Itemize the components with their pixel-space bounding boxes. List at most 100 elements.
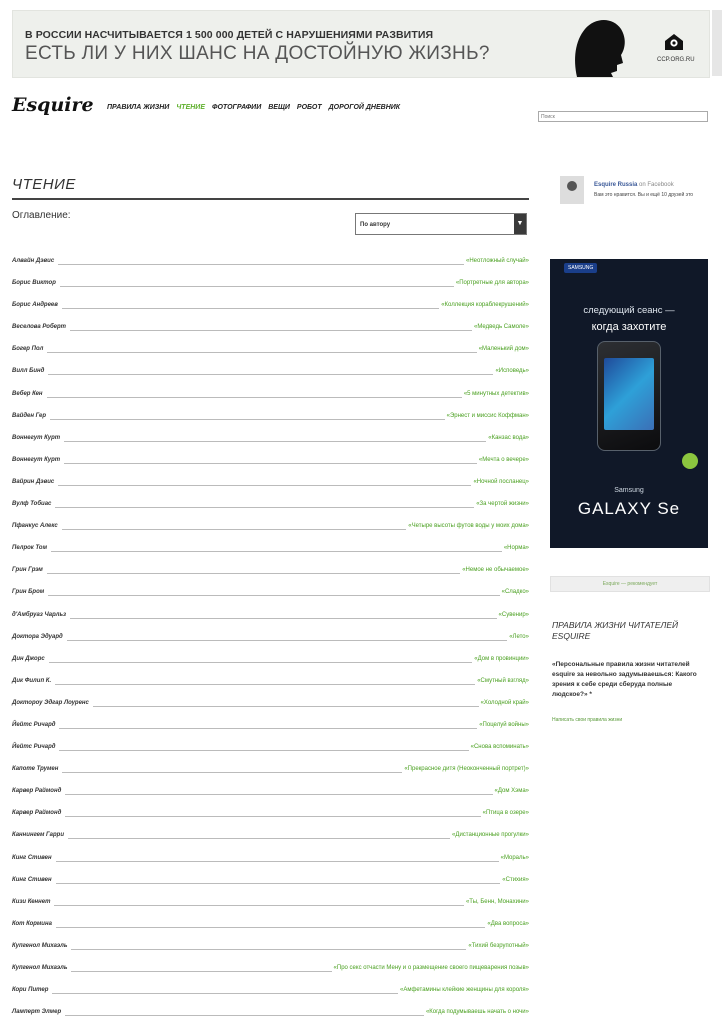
author-link[interactable]: Пелрок Том (12, 545, 49, 551)
story-link[interactable]: «Амфетамины клейкие женщины для короля» (400, 987, 529, 993)
esquire-logo[interactable]: Esquire (12, 94, 94, 116)
story-link[interactable]: «Прекрасное дитя (Неоконченный портрет)» (404, 766, 529, 772)
author-link[interactable]: Капоте Трумен (12, 766, 60, 772)
row-leader-line (48, 656, 473, 663)
rules-title[interactable]: ПРАВИЛА ЖИЗНИ ЧИТАТЕЛЕЙ ESQUIRE (552, 620, 708, 642)
author-link[interactable]: Йейтс Ричард (12, 722, 57, 728)
story-link[interactable]: «Поцелуй войны» (479, 722, 529, 728)
story-link[interactable]: «Мораль» (501, 855, 529, 861)
story-link[interactable]: «За чертой жизни» (476, 501, 529, 507)
story-link[interactable]: «Птица в озере» (483, 810, 529, 816)
story-link[interactable]: «Мечта о вечере» (479, 457, 529, 463)
author-link[interactable]: Купгенол Михаэль (12, 965, 69, 971)
list-item: Веселова Роберт «Медведь Самоле» (12, 324, 529, 346)
author-link[interactable]: Пфанкус Алекс (12, 523, 60, 529)
story-link[interactable]: «Дистанционные прогулки» (452, 832, 529, 838)
fb-on-label: on Facebook (639, 182, 674, 188)
story-link[interactable]: «Канзас вода» (488, 435, 529, 441)
author-link[interactable]: Доктороу Эдгар Лоуренс (12, 700, 91, 706)
author-link[interactable]: Йейтс Ричард (12, 744, 57, 750)
author-link[interactable]: Кот Кормина (12, 921, 54, 927)
story-link[interactable]: «Норма» (504, 545, 529, 551)
author-link[interactable]: Воннегут Курт (12, 457, 62, 463)
author-link[interactable]: Кинг Стивен (12, 855, 54, 861)
phone-image (597, 341, 661, 451)
story-link[interactable]: «Ночной посланец» (473, 479, 529, 485)
story-link[interactable]: «Сувенир» (499, 612, 529, 618)
rules-link[interactable]: Написать свои правила жизни (552, 717, 622, 723)
nav-item[interactable]: РОБОТ (297, 104, 322, 111)
story-link[interactable]: «Снова вспоминать» (471, 744, 529, 750)
author-link[interactable]: Дин Джорс (12, 656, 47, 662)
author-link[interactable]: Грин Бром (12, 589, 46, 595)
sort-select[interactable]: По автору ▼ (355, 213, 527, 235)
author-link[interactable]: Карвер Раймонд (12, 810, 63, 816)
story-link[interactable]: «Смутный взгляд» (477, 678, 529, 684)
author-link[interactable]: Вебер Кен (12, 391, 45, 397)
story-link[interactable]: «Неотложный случай» (466, 258, 529, 264)
story-link[interactable]: «Портретные для автора» (456, 280, 529, 286)
recommend-button[interactable]: Esquire — рекомендует (550, 576, 710, 592)
story-link[interactable]: «Холодной край» (481, 700, 529, 706)
list-item: Купгенол Михаэль «Про секс отчасти Мену и… (12, 965, 529, 987)
story-link[interactable]: «Ты, Бенн, Монахини» (466, 899, 529, 905)
search-input[interactable]: Поиск (538, 111, 708, 122)
author-link[interactable]: Вулф Тобиас (12, 501, 53, 507)
author-link[interactable]: Богер Пол (12, 346, 45, 352)
story-link[interactable]: «Дом в провинции» (474, 656, 529, 662)
main-nav: ПРАВИЛА ЖИЗНИ ЧТЕНИЕ ФОТОГРАФИИ ВЕЩИ РОБОТ ДО… (107, 104, 400, 111)
story-link[interactable]: «Четыре высоты футов воды у моих дома» (408, 523, 529, 529)
author-link[interactable]: Веселова Роберт (12, 324, 68, 330)
chevron-down-icon[interactable]: ▼ (514, 214, 526, 234)
story-link[interactable]: «Коллекция кораблекрушений» (441, 302, 529, 308)
nav-item[interactable]: ПРАВИЛА ЖИЗНИ (107, 104, 169, 111)
top-banner-ad[interactable]: В РОССИИ НАСЧИТЫВАЕТСЯ 1 500 000 ДЕТЕЙ С… (12, 10, 710, 78)
author-link[interactable]: Алвайн Дэвис (12, 258, 56, 264)
story-link[interactable]: «Исповедь» (495, 368, 529, 374)
nav-item[interactable]: ФОТОГРАФИИ (212, 104, 261, 111)
author-link[interactable]: Каннингем Гарри (12, 832, 66, 838)
story-link[interactable]: «5 минутных детектив» (464, 391, 529, 397)
author-link[interactable]: Доктора Эдуард (12, 634, 65, 640)
ad-brand: SAMSUNG (564, 263, 598, 273)
story-link[interactable]: «Лето» (509, 634, 529, 640)
samsung-ad[interactable]: SAMSUNG следующий сеанс — когда захотите… (550, 259, 708, 548)
author-link[interactable]: Вилл Бинд (12, 368, 46, 374)
author-link[interactable]: Борис Андреев (12, 302, 60, 308)
nav-item[interactable]: ДОРОГОЙ ДНЕВНИК (329, 104, 400, 111)
story-link[interactable]: «Сладко» (502, 589, 529, 595)
story-link[interactable]: «Про секс отчасти Мену и о размещение св… (334, 965, 529, 971)
author-link[interactable]: Вайден Гер (12, 413, 48, 419)
author-link[interactable]: Грин Грэм (12, 567, 45, 573)
author-link[interactable]: Ламперт Элмер (12, 1009, 63, 1015)
story-link[interactable]: «Два вопроса» (487, 921, 529, 927)
list-item: Борис Андреев «Коллекция кораблекрушений» (12, 302, 529, 324)
avatar[interactable] (560, 176, 584, 204)
story-link[interactable]: «Дом Хэма» (495, 788, 529, 794)
story-link[interactable]: «Эрнест и миссис Коффман» (447, 413, 529, 419)
author-link[interactable]: Кори Питер (12, 987, 50, 993)
fb-page-link[interactable]: Esquire Russia on Facebook (594, 182, 674, 188)
nav-item[interactable]: ВЕЩИ (268, 104, 290, 111)
story-link[interactable]: «Когда подумываешь начать о ночи» (426, 1009, 529, 1015)
story-link[interactable]: «Медведь Самоле» (474, 324, 529, 330)
author-link[interactable]: Карвер Раймонд (12, 788, 63, 794)
author-link[interactable]: Дик Филип К. (12, 678, 53, 684)
author-link[interactable]: Купгенол Михаэль (12, 943, 69, 949)
nav-item[interactable]: ЧТЕНИЕ (176, 104, 205, 111)
list-item: Доктороу Эдгар Лоуренс «Холодной край» (12, 700, 529, 722)
author-link[interactable]: Кизи Кеннет (12, 899, 52, 905)
story-link[interactable]: «Тихий безрупотный» (468, 943, 529, 949)
list-item: Дин Джорс «Дом в провинции» (12, 656, 529, 678)
story-link[interactable]: «Стихия» (502, 877, 529, 883)
author-link[interactable]: Вайрин Дэвис (12, 479, 56, 485)
author-link[interactable]: д'Амбруаз Чарльз (12, 612, 68, 618)
list-item: Ламперт Элмер «Когда подумываешь начать о… (12, 1009, 529, 1031)
story-link[interactable]: «Маленький дом» (479, 346, 529, 352)
author-link[interactable]: Воннегут Курт (12, 435, 62, 441)
story-link[interactable]: «Немое не обычаемое» (462, 567, 529, 573)
row-leader-line (64, 435, 487, 442)
ccp-logo[interactable]: CCP.ORG.RU (657, 33, 695, 63)
author-link[interactable]: Борис Виктор (12, 280, 58, 286)
author-link[interactable]: Кинг Стивен (12, 877, 54, 883)
